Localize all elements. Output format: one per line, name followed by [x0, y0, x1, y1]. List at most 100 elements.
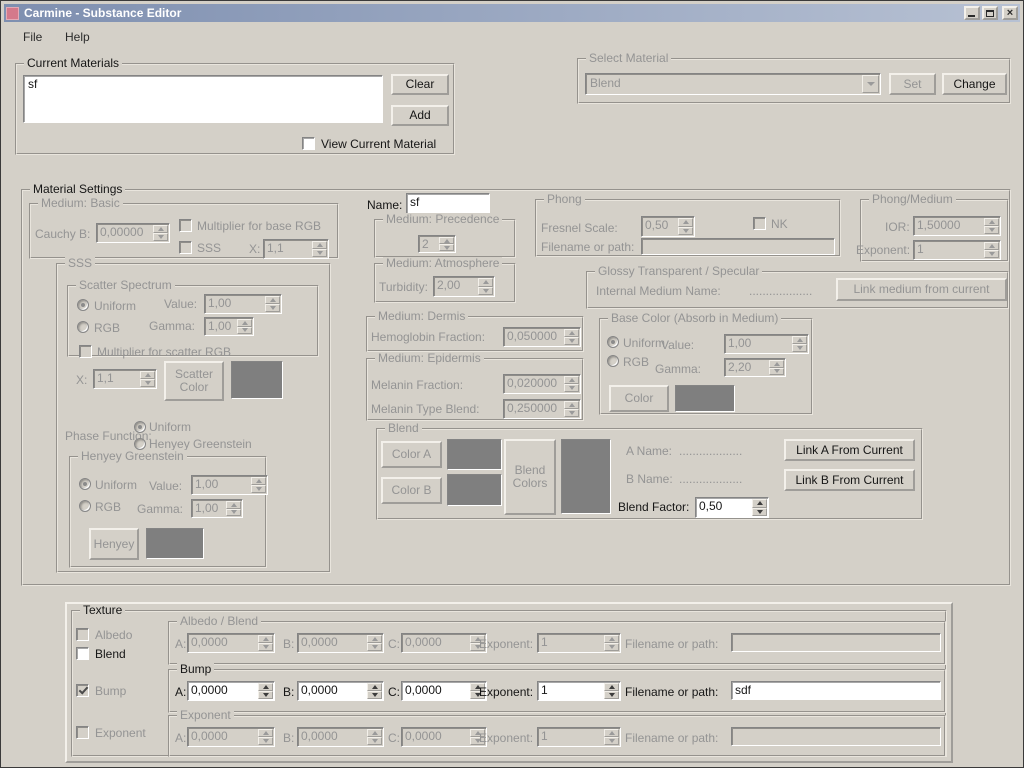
medium-basic-title: Medium: Basic	[38, 197, 123, 210]
sss-x-value: 1,1	[94, 370, 140, 388]
spin-up-button[interactable]	[752, 499, 767, 508]
menu-file[interactable]: File	[17, 29, 48, 46]
spin-up-button[interactable]	[258, 683, 273, 691]
hg-gamma-spinner: 1,00	[191, 499, 243, 518]
application-window: Carmine - Substance Editor × File Help C…	[0, 0, 1024, 768]
maximize-button[interactable]	[982, 6, 998, 20]
multiplier-base-rgb-checkbox	[179, 219, 192, 232]
blend-checkbox-label: Blend	[95, 647, 126, 661]
menu-help[interactable]: Help	[59, 29, 96, 46]
basic-x-label: X:	[249, 242, 260, 256]
spin-up-button	[265, 296, 280, 304]
row-c-label: C:	[388, 731, 400, 745]
name-input[interactable]: sf	[406, 193, 490, 214]
bump-a-spinner[interactable]: 0,0000	[187, 681, 275, 701]
clear-button[interactable]: Clear	[391, 74, 449, 95]
spectrum-gamma-spinner: 1,00	[204, 317, 254, 336]
add-button[interactable]: Add	[391, 105, 449, 126]
albedo-a-value: 0,0000	[188, 634, 258, 652]
spin-up-button	[678, 218, 693, 227]
spin-up-button[interactable]	[604, 683, 619, 691]
maximize-icon	[986, 10, 994, 17]
spin-up-button	[367, 729, 382, 737]
scatter-spectrum-title: Scatter Spectrum	[76, 279, 175, 292]
current-materials-list[interactable]: sf	[23, 75, 383, 123]
spin-down-button	[237, 327, 252, 335]
spin-down-button	[258, 737, 273, 745]
b-name-label: B Name:	[626, 472, 673, 486]
bump-c-spinner[interactable]: 0,0000	[401, 681, 487, 701]
change-button[interactable]: Change	[942, 73, 1007, 95]
bump-checkbox	[76, 684, 89, 697]
a-name-value: ...................	[679, 444, 742, 458]
turbidity-label: Turbidity:	[379, 280, 428, 294]
bump-a-value[interactable]: 0,0000	[188, 682, 258, 700]
fresnel-scale-value: 0,50	[642, 217, 678, 236]
row-filename-label: Filename or path:	[625, 637, 718, 651]
blend-result-swatch	[561, 439, 611, 514]
spin-down-button[interactable]	[604, 691, 619, 699]
phong-filename-label: Filename or path:	[541, 240, 634, 254]
blend-factor-value[interactable]: 0,50	[696, 498, 752, 517]
texture-title: Texture	[80, 604, 125, 617]
fresnel-scale-label: Fresnel Scale:	[541, 221, 618, 235]
spectrum-gamma-label: Gamma:	[149, 319, 195, 333]
spin-down-button	[604, 737, 619, 745]
current-materials-title: Current Materials	[24, 57, 122, 70]
hemoglobin-value: 0,050000	[504, 328, 564, 346]
pm-exponent-value: 1	[914, 241, 984, 259]
spin-down-button	[258, 643, 273, 651]
spin-down-button[interactable]	[258, 691, 273, 699]
bump-filename-input[interactable]: sdf	[731, 681, 941, 700]
spin-up-button	[258, 729, 273, 737]
base-uniform-radio	[607, 336, 619, 348]
blend-title: Blend	[385, 422, 422, 435]
bump-b-value[interactable]: 0,0000	[298, 682, 367, 700]
row-a-label: A:	[175, 731, 186, 745]
exponent-b-value: 0,0000	[298, 728, 367, 746]
glossy-title: Glossy Transparent / Specular	[595, 265, 762, 278]
spin-up-button[interactable]	[367, 683, 382, 691]
hg-gamma-label: Gamma:	[137, 502, 183, 516]
minimize-button[interactable]	[964, 6, 980, 20]
row-c-label: C:	[388, 685, 400, 699]
basic-x-value: 1,1	[264, 240, 312, 258]
bump-b-spinner[interactable]: 0,0000	[297, 681, 384, 701]
spectrum-rgb-label: RGB	[94, 321, 120, 335]
spin-down-button	[769, 368, 784, 376]
albedo-exponent-value: 1	[538, 634, 604, 652]
blend-factor-spinner[interactable]: 0,50	[695, 497, 769, 518]
bump-c-value[interactable]: 0,0000	[402, 682, 470, 700]
link-medium-button: Link medium from current	[836, 278, 1007, 301]
medium-precedence-title: Medium: Precedence	[383, 213, 502, 226]
spin-up-button	[564, 329, 579, 337]
spin-up-button	[258, 635, 273, 643]
list-item[interactable]: sf	[24, 76, 382, 92]
spin-down-button[interactable]	[367, 691, 382, 699]
spin-down-button	[312, 249, 327, 257]
precedence-spinner: 2	[418, 235, 456, 253]
base-gamma-label: Gamma:	[655, 362, 701, 376]
multiplier-base-rgb-label: Multiplier for base RGB	[197, 219, 321, 233]
henyey-greenstein-title: Henyey Greenstein	[78, 450, 187, 463]
spin-down-button	[564, 409, 579, 417]
turbidity-value: 2,00	[434, 277, 478, 296]
link-b-from-current-button[interactable]: Link B From Current	[784, 469, 915, 491]
albedo-b-value: 0,0000	[298, 634, 367, 652]
henyey-color-swatch	[146, 528, 204, 559]
view-current-material-checkbox[interactable]	[302, 137, 315, 150]
view-current-material-label: View Current Material	[321, 137, 436, 151]
link-a-from-current-button[interactable]: Link A From Current	[784, 439, 915, 461]
close-button[interactable]: ×	[1002, 6, 1018, 20]
precedence-value: 2	[419, 236, 439, 252]
spin-down-button	[439, 244, 454, 251]
spin-down-button	[984, 226, 999, 234]
scatter-color-button: Scatter Color	[164, 361, 224, 401]
bump-exponent-value[interactable]: 1	[538, 682, 604, 700]
exponent-exponent-value: 1	[538, 728, 604, 746]
base-gamma: 2,20	[725, 359, 769, 376]
spin-down-button[interactable]	[752, 508, 767, 517]
blend-checkbox[interactable]	[76, 647, 89, 660]
bump-exponent-spinner[interactable]: 1	[537, 681, 621, 701]
cauchy-b-spinner: 0,00000	[96, 223, 170, 243]
